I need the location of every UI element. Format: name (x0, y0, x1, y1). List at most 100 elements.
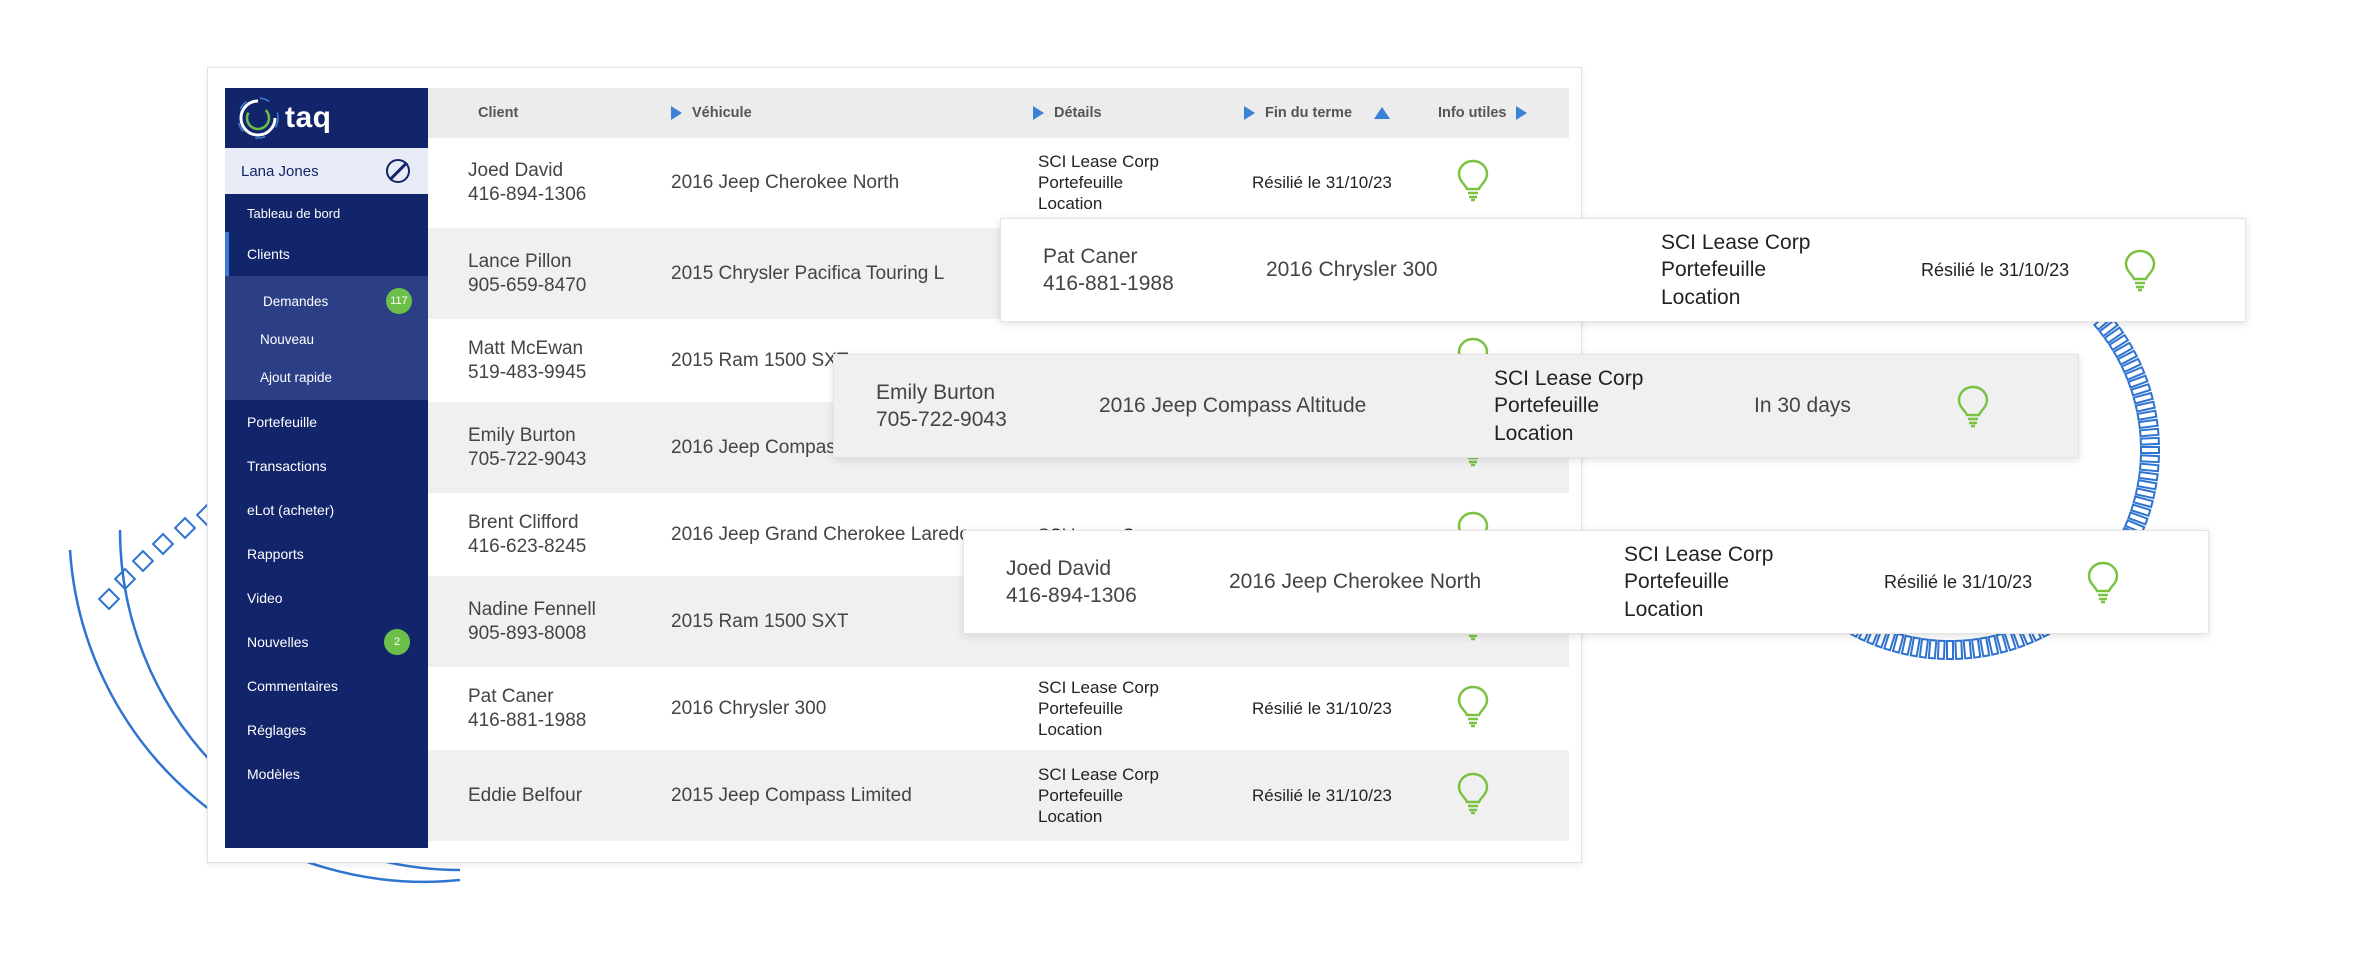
logo[interactable]: taq (225, 88, 428, 148)
subnav-item-ajout-rapide[interactable]: Ajout rapide (225, 358, 428, 396)
detail-line: Portefeuille (1038, 698, 1124, 718)
cell-client: Emily Burton 705-722-9043 (468, 402, 586, 493)
card-detail-line: Location (1494, 421, 1574, 445)
card-client-phone: 416-894-1306 (1006, 584, 1137, 607)
cell-info[interactable] (1456, 138, 1490, 227)
ring-tick (2136, 479, 2158, 491)
nav-item-rapports[interactable]: Rapports (225, 532, 428, 576)
card-vehicle: 2016 Jeep Cherokee North (1229, 570, 1482, 593)
block-icon[interactable] (386, 159, 410, 183)
ring-tick (2138, 427, 2160, 438)
subnav-item-nouveau[interactable]: Nouveau (225, 320, 428, 358)
clients-table: Client Véhicule Détails Fin du terme Inf… (428, 88, 1569, 842)
client-name: Emily Burton (468, 424, 576, 446)
nav-label: Transactions (247, 458, 327, 474)
card-detail-line: SCI Lease Corp (1624, 543, 1774, 567)
nav-item-commentaires[interactable]: Commentaires (225, 664, 428, 708)
client-name: Pat Caner (468, 685, 554, 707)
client-phone: 905-893-8008 (468, 622, 587, 644)
end-of-term: Résilié le 31/10/23 (1252, 785, 1392, 805)
lightbulb-icon[interactable] (2086, 560, 2120, 604)
cell-client: Pat Caner 416-881-1988 (468, 668, 586, 749)
vehicle: 2015 Jeep Compass Limited (671, 784, 912, 806)
floating-card-pat-caner[interactable]: Pat Caner 416-881-1988 2016 Chrysler 300 … (1000, 218, 2246, 322)
cell-client: Eddie Belfour (468, 750, 582, 841)
cell-info[interactable] (1456, 750, 1490, 841)
cell-info[interactable] (1456, 668, 1490, 749)
nav-label: Rapports (247, 546, 304, 562)
floating-card-emily-burton[interactable]: Emily Burton 705-722-9043 2016 Jeep Compa… (833, 354, 2079, 458)
nav-label: Portefeuille (247, 414, 318, 430)
sort-right-icon (1516, 106, 1528, 120)
card-end-of-term: Résilié le 31/10/23 (1884, 571, 2033, 592)
sort-right-icon (1244, 106, 1255, 120)
ring-tick (2137, 418, 2159, 430)
detail-line: Portefeuille (1038, 172, 1124, 192)
detail-line: Location (1038, 807, 1103, 827)
nav-item-reglages[interactable]: Réglages (225, 708, 428, 752)
table-row[interactable]: Pat Caner 416-881-1988 2016 Chrysler 300 SC… (428, 668, 1569, 750)
cell-details: SCI Lease Corp Portefeuille Location (1038, 138, 1159, 227)
vehicle: 2015 Chrysler Pacifica Touring L (671, 262, 945, 284)
table-row[interactable]: Joed David 416-894-1306 2016 Jeep Cherokee… (428, 138, 1569, 228)
card-vehicle: 2016 Chrysler 300 (1266, 258, 1438, 281)
header-label: Fin du terme (1265, 105, 1353, 121)
subnav-item-label: Ajout rapide (260, 369, 333, 385)
client-name: Lance Pillon (468, 250, 572, 272)
nav-label: Video (247, 590, 283, 606)
client-phone: 519-483-9945 (468, 361, 587, 383)
card-detail-line: Portefeuille (1494, 394, 1600, 418)
lightbulb-icon[interactable] (1456, 771, 1490, 820)
detail-line: Location (1038, 194, 1103, 214)
header-end-of-term[interactable]: Fin du terme (1244, 88, 1391, 138)
cell-vehicle: 2016 Chrysler 300 (671, 668, 826, 749)
demandes-count-badge: 117 (386, 288, 412, 314)
nav-item-nouvelles[interactable]: Nouvelles 2 (225, 620, 428, 664)
nav-item-portefeuille[interactable]: Portefeuille (225, 400, 428, 444)
user-row[interactable]: Lana Jones (225, 148, 428, 194)
nav-item-clients[interactable]: Clients (225, 232, 428, 276)
logo-text: taq (285, 101, 332, 134)
nav-item-transactions[interactable]: Transactions (225, 444, 428, 488)
nouvelles-count-badge: 2 (384, 629, 410, 655)
table-row[interactable]: Eddie Belfour 2015 Jeep Compass Limited SC… (428, 750, 1569, 842)
detail-line: Portefeuille (1038, 785, 1124, 805)
ring-tick (1979, 636, 1991, 658)
ring-tick (2137, 470, 2159, 482)
sort-right-icon (1033, 106, 1044, 120)
ring-tick (2098, 318, 2120, 338)
lightbulb-icon[interactable] (1456, 158, 1490, 207)
vehicle: 2016 Jeep Compass (671, 436, 846, 458)
lightbulb-icon[interactable] (1956, 384, 1990, 428)
nav-item-elot[interactable]: eLot (acheter) (225, 488, 428, 532)
ring-tick (2103, 326, 2125, 345)
cell-details: SCI Lease Corp Portefeuille Location (1038, 668, 1159, 749)
header-info[interactable]: Info utiles (1438, 88, 1528, 138)
ring-tick (1954, 639, 1964, 660)
lightbulb-icon[interactable] (2123, 248, 2157, 292)
nav-item-modeles[interactable]: Modèles (225, 752, 428, 796)
nav-label: Nouvelles (247, 634, 309, 650)
card-vehicle: 2016 Jeep Compass Altitude (1099, 394, 1367, 417)
ring-tick (2112, 341, 2134, 359)
lightbulb-icon[interactable] (1456, 684, 1490, 733)
nav-item-video[interactable]: Video (225, 576, 428, 620)
sidebar: taq Lana Jones Tableau de bord Clients D… (225, 88, 428, 848)
card-detail-line: SCI Lease Corp (1661, 231, 1811, 255)
ring-tick (1927, 638, 1938, 660)
card-client-phone: 416-881-1988 (1043, 272, 1174, 295)
header-client[interactable]: Client (478, 88, 518, 138)
header-details[interactable]: Détails (1033, 88, 1102, 138)
detail-line: Location (1038, 720, 1103, 740)
nav-main: Portefeuille Transactions eLot (acheter)… (225, 400, 428, 796)
subnav-item-demandes[interactable]: Demandes 117 (225, 282, 428, 320)
nav-item-dashboard[interactable]: Tableau de bord (225, 194, 428, 232)
header-label: Véhicule (692, 105, 752, 121)
card-end-of-term: Résilié le 31/10/23 (1921, 259, 2070, 280)
card-detail-line: Location (1661, 285, 1741, 309)
cell-vehicle: 2015 Ram 1500 SXT (671, 320, 848, 401)
floating-card-joed-david[interactable]: Joed David 416-894-1306 2016 Jeep Cheroke… (963, 530, 2209, 634)
nav-item-dashboard-label: Tableau de bord (247, 205, 341, 221)
header-vehicle[interactable]: Véhicule (671, 88, 752, 138)
cell-end-of-term: Résilié le 31/10/23 (1252, 668, 1392, 749)
